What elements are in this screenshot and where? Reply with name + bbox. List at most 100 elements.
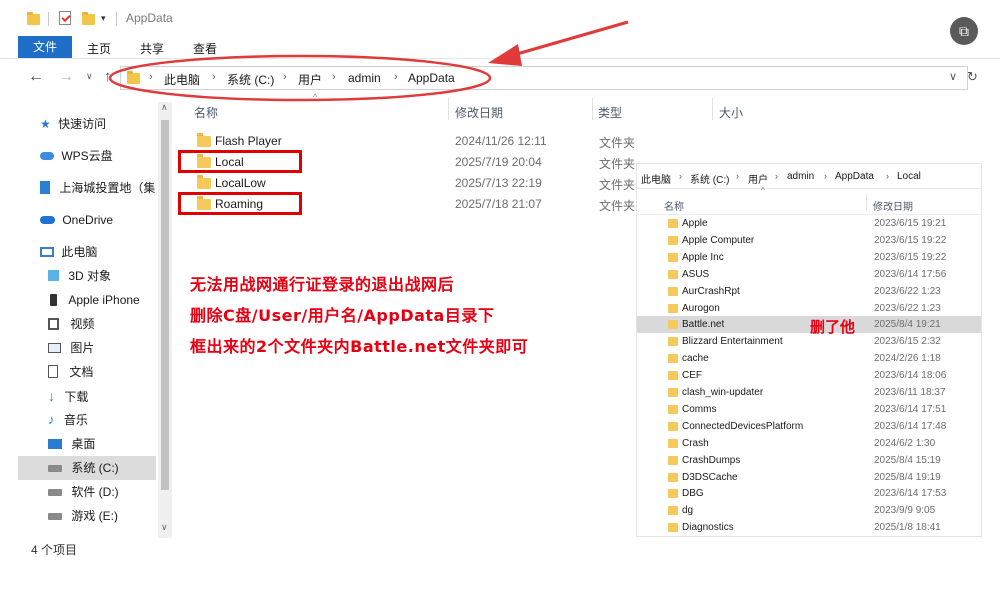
- document-icon: [48, 365, 58, 378]
- inset-file-name: CrashDumps: [682, 454, 741, 466]
- inset-list-item: Apple Computer 2023/6/15 19:22: [637, 232, 981, 249]
- column-header-type[interactable]: 类型: [598, 104, 622, 121]
- column-header-date[interactable]: 修改日期: [455, 104, 503, 121]
- inset-file-name: CEF: [682, 370, 702, 382]
- folder-icon: [668, 286, 678, 296]
- download-icon: ↓: [48, 388, 55, 404]
- onedrive-icon: [40, 216, 55, 224]
- file-date: 2025/7/18 21:07: [455, 197, 542, 211]
- folder-icon: [197, 133, 211, 147]
- inset-file-date: 2025/1/8 18:41: [874, 522, 941, 534]
- folder-icon: [668, 489, 678, 499]
- nav-quick-access[interactable]: ★ 快速访问: [40, 113, 170, 135]
- inset-file-date: 2023/9/9 9:05: [874, 505, 936, 517]
- inset-file-date: 2024/6/2 1:30: [874, 437, 936, 449]
- desktop-icon: [48, 439, 62, 449]
- column-divider[interactable]: [592, 98, 593, 120]
- instruction-line-2: 删除C盘/User/用户名/AppData目录下: [190, 306, 495, 325]
- column-header-size[interactable]: 大小: [719, 104, 743, 121]
- folder-icon: [668, 455, 678, 465]
- column-divider[interactable]: [712, 98, 713, 120]
- column-divider[interactable]: [448, 98, 449, 120]
- nav-drive-c[interactable]: 系统 (C:): [48, 457, 156, 479]
- highlight-box-local: [178, 150, 302, 173]
- instruction-line-3: 框出来的2个文件夹内Battle.net文件夹即可: [190, 337, 529, 356]
- file-type: 文件夹: [599, 136, 636, 150]
- nav-drive-d[interactable]: 软件 (D:): [48, 481, 170, 503]
- instruction-line-1: 无法用战网通行证登录的退出战网后: [190, 275, 455, 294]
- breadcrumb-appdata: AppData: [835, 171, 874, 182]
- folder-icon: [668, 438, 678, 448]
- column-header-name[interactable]: 名称: [194, 104, 218, 121]
- inset-file-name: Battle.net: [682, 319, 725, 331]
- inset-file-name: Comms: [682, 403, 717, 415]
- delete-label: 删了他: [810, 318, 856, 336]
- picture-icon: [48, 343, 61, 353]
- nav-onedrive[interactable]: OneDrive: [40, 209, 170, 231]
- nav-apple-iphone[interactable]: Apple iPhone: [48, 289, 170, 311]
- folder-icon: [668, 354, 678, 364]
- folder-icon: [668, 320, 678, 330]
- cloud-icon: [40, 152, 54, 160]
- status-item-count: 4 个项目: [31, 543, 78, 557]
- folder-icon: [668, 371, 678, 381]
- inset-file-date: 2023/6/11 18:37: [874, 387, 946, 398]
- nav-drive-e[interactable]: 游戏 (E:): [48, 505, 170, 527]
- nav-scrollbar-thumb[interactable]: [161, 120, 169, 490]
- computer-icon: [40, 247, 54, 257]
- nav-videos[interactable]: 视频: [48, 313, 170, 335]
- inset-file-name: Crash: [682, 437, 709, 449]
- folder-icon: [668, 235, 678, 245]
- inset-file-date: 2023/6/15 19:21: [874, 218, 947, 229]
- folder-icon: [197, 175, 211, 189]
- nav-downloads[interactable]: ↓ 下载: [48, 385, 170, 407]
- folder-icon: [668, 252, 678, 262]
- nav-pictures[interactable]: 图片: [48, 337, 170, 359]
- inset-list-item: Apple Inc 2023/6/15 19:22: [637, 249, 981, 266]
- list-item[interactable]: LocalLow 2025/7/13 22:19 文件夹: [190, 173, 640, 193]
- inset-list-item: Crash 2024/6/2 1:30: [637, 435, 981, 452]
- inset-list-item: Aurogon 2023/6/22 1:23: [637, 300, 981, 317]
- drive-icon: [48, 513, 62, 520]
- inset-list-item: CEF 2023/6/14 18:06: [637, 367, 981, 384]
- breadcrumb-users: 用户: [748, 175, 768, 186]
- inset-file-name: Apple: [682, 218, 708, 229]
- drive-icon: [48, 489, 62, 496]
- nav-scrollbar[interactable]: ∧ ∨: [158, 102, 172, 538]
- inset-file-date: 2023/6/14 17:51: [874, 403, 947, 415]
- breadcrumb-separator-icon: ›: [886, 171, 889, 181]
- scroll-up-icon[interactable]: ∧: [161, 102, 168, 113]
- file-type: 文件夹: [599, 199, 636, 213]
- list-item[interactable]: Flash Player 2024/11/26 12:11 文件夹: [190, 131, 640, 151]
- nav-desktop[interactable]: 桌面: [48, 433, 170, 455]
- folder-icon: [668, 506, 678, 516]
- folder-icon: [668, 303, 678, 313]
- file-name: Flash Player: [215, 134, 282, 148]
- inset-list-item: dg 2023/9/9 9:05: [637, 502, 981, 519]
- inset-file-name: Apple Computer: [682, 234, 755, 246]
- inset-list-item: cache 2024/2/26 1:18: [637, 350, 981, 367]
- drive-icon: [48, 465, 62, 472]
- nav-documents[interactable]: 文档: [48, 361, 170, 383]
- building-icon: [40, 181, 50, 194]
- column-divider: [866, 194, 867, 210]
- scroll-down-icon[interactable]: ∨: [161, 522, 168, 533]
- nav-music[interactable]: ♪ 音乐: [48, 409, 170, 431]
- nav-this-pc[interactable]: 此电脑: [40, 241, 170, 263]
- cube-icon: [48, 270, 59, 281]
- inset-file-date: 2023/6/14 18:06: [874, 370, 947, 382]
- inset-file-name: ASUS: [682, 268, 710, 280]
- nav-wps-cloud[interactable]: WPS云盘: [40, 145, 170, 167]
- inset-file-date: 2023/6/14 17:48: [874, 420, 947, 432]
- sort-indicator-icon: ^: [761, 186, 765, 195]
- folder-icon: [668, 388, 678, 397]
- nav-shanghai-company[interactable]: 上海城投置地（集: [40, 177, 174, 199]
- folder-icon: [668, 269, 678, 279]
- inset-file-date: 2023/6/15 19:22: [874, 234, 947, 246]
- annotation-arrow-line: [509, 20, 629, 58]
- inset-file-date: 2023/6/15 2:32: [874, 336, 941, 348]
- inset-list-item: ASUS 2023/6/14 17:56: [637, 266, 981, 283]
- folder-icon: [668, 219, 678, 228]
- inset-file-date: 2024/2/26 1:18: [874, 353, 941, 365]
- nav-3d-objects[interactable]: 3D 对象: [48, 265, 170, 287]
